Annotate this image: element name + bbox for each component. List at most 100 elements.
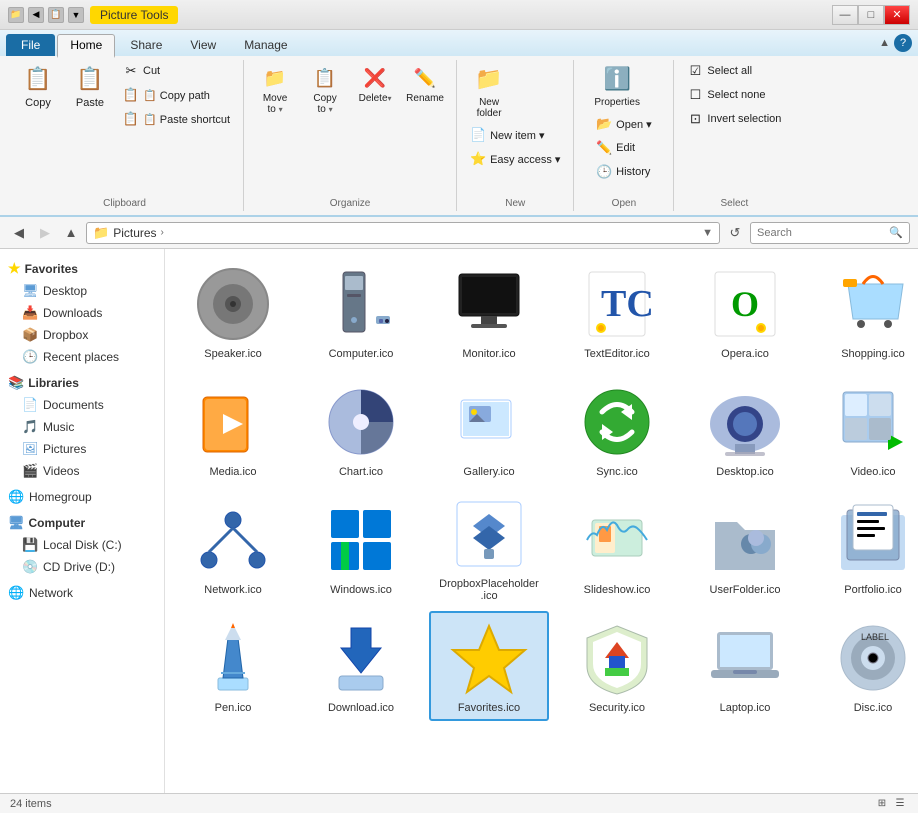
refresh-button[interactable]: ↺ xyxy=(724,222,746,244)
search-box[interactable]: 🔍 xyxy=(750,222,910,244)
minimize-button[interactable]: — xyxy=(832,5,858,25)
sidebar-item-documents[interactable]: 📄 Documents xyxy=(0,394,164,416)
cut-button[interactable]: ✂ Cut xyxy=(118,60,235,82)
icon-gallery[interactable]: Gallery.ico xyxy=(429,375,549,485)
up-button[interactable]: ▲ xyxy=(60,222,82,244)
properties-button[interactable]: ℹ️ Properties xyxy=(591,60,643,111)
sidebar-item-recent[interactable]: 🕒 Recent places xyxy=(0,346,164,368)
sidebar-item-dropbox[interactable]: 📦 Dropbox xyxy=(0,324,164,346)
icon-video-tile[interactable]: Video.ico xyxy=(813,375,918,485)
sidebar-libraries-header[interactable]: 📚 Libraries xyxy=(0,372,164,394)
organize-label: Organize xyxy=(244,198,456,209)
new-item-button[interactable]: 📄 New item ▾ xyxy=(465,124,565,146)
copy-to-button[interactable]: 📋 Copyto ▾ xyxy=(302,60,348,118)
address-path: Pictures xyxy=(113,226,156,240)
icon-text-editor[interactable]: TC TextEditor.ico xyxy=(557,257,677,367)
icon-opera[interactable]: O Opera.ico xyxy=(685,257,805,367)
ribbon-collapse-button[interactable]: ▲ xyxy=(879,37,890,49)
icon-favorites[interactable]: Favorites.ico xyxy=(429,611,549,721)
help-button[interactable]: ? xyxy=(894,34,912,52)
invert-selection-icon: ⊡ xyxy=(687,111,703,127)
icon-dropbox-placeholder[interactable]: DropboxPlaceholder.ico xyxy=(429,493,549,603)
open-button[interactable]: 📂 Open ▾ xyxy=(591,113,657,135)
search-input[interactable] xyxy=(757,227,889,239)
paste-button[interactable]: 📋 Paste xyxy=(66,60,114,112)
tab-view[interactable]: View xyxy=(177,34,229,56)
close-button[interactable]: ✕ xyxy=(884,5,910,25)
icon-windows[interactable]: Windows.ico xyxy=(301,493,421,603)
icon-label: Speaker.ico xyxy=(204,348,261,360)
sidebar-item-homegroup[interactable]: 🌐 Homegroup xyxy=(0,486,164,508)
invert-selection-button[interactable]: ⊡ Invert selection xyxy=(682,108,786,130)
sidebar-item-videos[interactable]: 🎬 Videos xyxy=(0,460,164,482)
icon-laptop[interactable]: Laptop.ico xyxy=(685,611,805,721)
tab-share[interactable]: Share xyxy=(117,34,175,56)
tab-home[interactable]: Home xyxy=(57,34,115,58)
rename-button[interactable]: ✏️ Rename xyxy=(402,60,448,107)
back-button[interactable]: ◀ xyxy=(8,222,30,244)
delete-button[interactable]: ❌ Delete▾ xyxy=(352,60,398,107)
copy-button[interactable]: 📋 Copy xyxy=(14,60,62,112)
paste-shortcut-icon: 📋 xyxy=(123,111,139,127)
sidebar-item-network[interactable]: 🌐 Network xyxy=(0,582,164,604)
icon-portfolio[interactable]: Portfolio.ico xyxy=(813,493,918,603)
sidebar-item-downloads[interactable]: 📥 Downloads xyxy=(0,302,164,324)
icon-download[interactable]: Download.ico xyxy=(301,611,421,721)
sidebar-homegroup-section: 🌐 Homegroup xyxy=(0,486,164,508)
back-icon[interactable]: ◀ xyxy=(28,7,44,23)
icon-label: Desktop.ico xyxy=(716,466,773,478)
sidebar-item-desktop[interactable]: 🖥 Desktop xyxy=(0,280,164,302)
new-group-content: 📁 New folder 📄 New item ▾ ⭐ Easy access … xyxy=(465,60,565,211)
copy-path-button[interactable]: 📋 📋 Copy path xyxy=(118,84,235,106)
icon-label: Pen.ico xyxy=(215,702,252,714)
icon-disc[interactable]: LABEL Disc.ico xyxy=(813,611,918,721)
tab-file[interactable]: File xyxy=(6,34,55,56)
organize-group-content: 📁 Moveto ▾ 📋 Copyto ▾ ❌ Delete▾ ✏️ Renam… xyxy=(252,60,448,132)
sidebar-item-local-disk[interactable]: 💾 Local Disk (C:) xyxy=(0,534,164,556)
select-label: Select xyxy=(674,198,794,209)
address-dropdown-button[interactable]: ▼ xyxy=(702,227,713,239)
icon-sync[interactable]: Sync.ico xyxy=(557,375,677,485)
sidebar-documents-label: Documents xyxy=(43,398,104,412)
tab-manage[interactable]: Manage xyxy=(231,34,300,56)
icon-media[interactable]: Media.ico xyxy=(173,375,293,485)
icon-speaker[interactable]: Speaker.ico xyxy=(173,257,293,367)
sidebar-item-pictures[interactable]: 🖼 Pictures xyxy=(0,438,164,460)
paste-shortcut-button[interactable]: 📋 📋 Paste shortcut xyxy=(118,108,235,130)
dropdown-icon[interactable]: ▼ xyxy=(68,7,84,23)
recent-icon: 🕒 xyxy=(22,349,38,365)
history-button[interactable]: 🕒 History xyxy=(591,161,655,183)
icon-monitor[interactable]: Monitor.ico xyxy=(429,257,549,367)
select-none-button[interactable]: ☐ Select none xyxy=(682,84,786,106)
documents-icon: 📄 xyxy=(22,397,38,413)
sidebar-item-cd-drive[interactable]: 💿 CD Drive (D:) xyxy=(0,556,164,578)
address-chevron: › xyxy=(161,227,164,238)
select-all-button[interactable]: ☑ Select all xyxy=(682,60,786,82)
new-folder-button[interactable]: 📁 New folder xyxy=(465,60,513,122)
select-all-label: Select all xyxy=(707,65,752,77)
sidebar-item-music[interactable]: 🎵 Music xyxy=(0,416,164,438)
icon-security[interactable]: Security.ico xyxy=(557,611,677,721)
forward-button[interactable]: ▶ xyxy=(34,222,56,244)
icon-chart[interactable]: Chart.ico xyxy=(301,375,421,485)
icon-computer-tower[interactable]: Computer.ico xyxy=(301,257,421,367)
easy-access-button[interactable]: ⭐ Easy access ▾ xyxy=(465,148,565,170)
favorites-star-icon: ★ xyxy=(8,260,21,277)
icon-user-folder[interactable]: UserFolder.ico xyxy=(685,493,805,603)
select-none-label: Select none xyxy=(707,89,765,101)
new-item-label: New item ▾ xyxy=(490,129,544,142)
list-view-button[interactable]: ☰ xyxy=(892,796,908,812)
icon-pen[interactable]: Pen.ico xyxy=(173,611,293,721)
icon-network-conn[interactable]: Network.ico xyxy=(173,493,293,603)
address-bar[interactable]: 📁 Pictures › ▼ xyxy=(86,222,720,244)
icon-slideshow[interactable]: Slideshow.ico xyxy=(557,493,677,603)
paste-shortcut-label: 📋 Paste shortcut xyxy=(143,113,230,126)
grid-view-button[interactable]: ⊞ xyxy=(874,796,890,812)
edit-button[interactable]: ✏️ Edit xyxy=(591,137,640,159)
move-to-button[interactable]: 📁 Moveto ▾ xyxy=(252,60,298,118)
icon-desktop-screen[interactable]: Desktop.ico xyxy=(685,375,805,485)
sidebar-computer-header[interactable]: 🖥 Computer xyxy=(0,512,164,534)
icon-shopping[interactable]: Shopping.ico xyxy=(813,257,918,367)
sidebar-favorites-header[interactable]: ★ Favorites xyxy=(0,257,164,280)
maximize-button[interactable]: □ xyxy=(858,5,884,25)
